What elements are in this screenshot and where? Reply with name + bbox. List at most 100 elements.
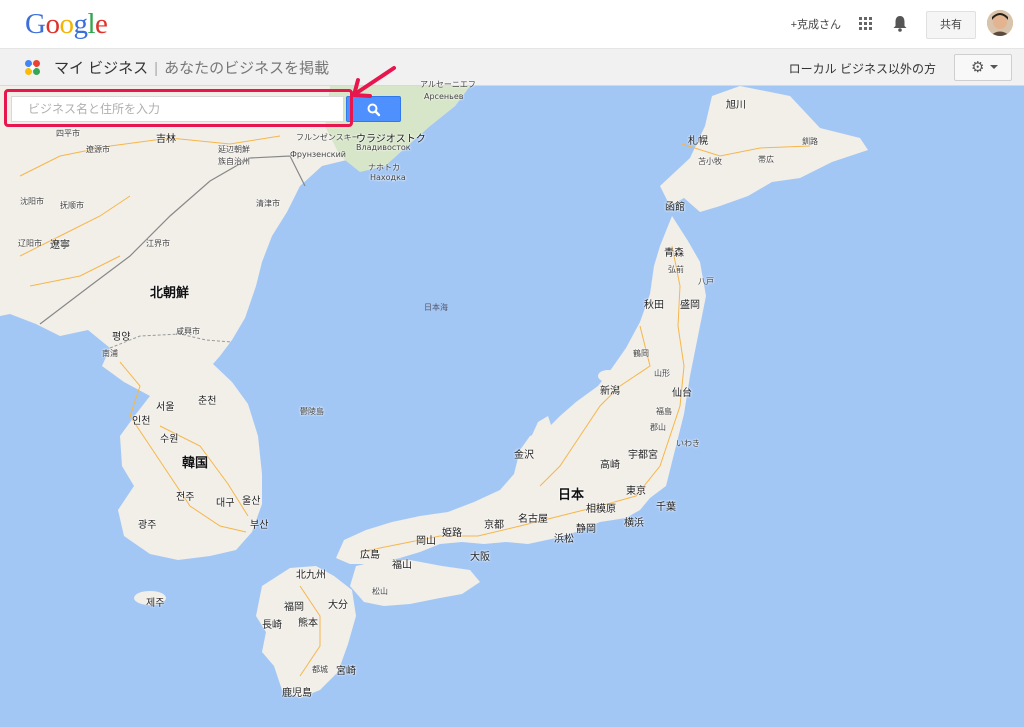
map-label: 函館 <box>665 202 685 213</box>
map-label: 부산 <box>250 520 269 531</box>
map-label: 日本 <box>558 488 585 503</box>
map-label: 岡山 <box>416 536 436 547</box>
map-label: 山形 <box>654 369 670 378</box>
map-label: 松山 <box>372 587 388 596</box>
map-label: 福岡 <box>284 602 304 613</box>
map-label: Находка <box>370 173 406 182</box>
apps-grid-icon[interactable] <box>859 17 873 31</box>
map-label: 평양 <box>112 332 131 343</box>
map-label: 江界市 <box>146 239 170 248</box>
top-bar: Google +克成さん 共有 <box>0 0 1024 49</box>
user-profile-link[interactable]: +克成さん <box>791 16 841 32</box>
gear-icon: ⚙ <box>971 58 985 76</box>
map-label: 大阪 <box>470 552 490 563</box>
map-label: 姫路 <box>442 528 462 539</box>
bell-icon[interactable] <box>893 15 907 32</box>
map-label: 静岡 <box>576 524 596 535</box>
share-button[interactable]: 共有 <box>926 11 976 39</box>
map-label: 서울 <box>156 402 175 413</box>
logo-letter: G <box>25 8 46 40</box>
map-canvas[interactable]: アルセーニエフ Арсеньев 四平市 吉林 遼源市 延辺朝鮮 族自治州 フル… <box>0 80 1024 727</box>
map-label: 遼源市 <box>86 145 110 154</box>
logo-letter: l <box>87 8 96 40</box>
map-label: 吉林 <box>156 134 176 145</box>
map-label: 수원 <box>160 434 179 445</box>
map-label: 辽阳市 <box>18 239 42 248</box>
map-label: Арсеньев <box>424 92 464 101</box>
map-label: 四平市 <box>56 129 80 138</box>
logo-letter: g <box>73 8 88 40</box>
map-label: 苫小牧 <box>698 157 722 166</box>
logo-letter: e <box>95 8 108 40</box>
map-label: 宮崎 <box>336 666 356 677</box>
map-label: 札幌 <box>688 136 708 147</box>
map-label: 郡山 <box>650 423 666 432</box>
map-label: 釧路 <box>802 137 818 146</box>
map-label: 都城 <box>312 665 328 674</box>
map-label: 帯広 <box>758 155 774 164</box>
map-label: Фрунзенский <box>290 150 346 159</box>
map-label: 広島 <box>360 550 380 561</box>
map-graphic <box>0 86 1024 727</box>
map-label: 弘前 <box>668 265 684 274</box>
page-title: マイ ビジネス | あなたのビジネスを掲載 <box>54 57 329 78</box>
map-label: 相模原 <box>586 504 616 515</box>
logo-letter: o <box>45 8 60 40</box>
map-label: 清津市 <box>256 199 280 208</box>
map-label: 北朝鮮 <box>150 286 190 301</box>
map-label: 秋田 <box>644 300 664 311</box>
google-logo[interactable]: Google <box>25 8 108 41</box>
map-label: 抚顺市 <box>60 201 84 210</box>
annotation-highlight-box <box>4 89 353 127</box>
map-label: ナホトカ <box>368 163 400 172</box>
map-label: 浜松 <box>554 534 574 545</box>
map-label: 北九州 <box>296 570 326 581</box>
map-label: 鹿児島 <box>282 688 312 699</box>
page-subtitle: あなたのビジネスを掲載 <box>164 60 330 77</box>
map-label: 울산 <box>242 496 261 507</box>
non-local-business-link[interactable]: ローカル ビジネス以外の方 <box>789 60 936 77</box>
map-label: 東京 <box>626 486 646 497</box>
map-label: アルセーニエフ <box>420 80 476 89</box>
logo-letter: o <box>59 8 74 40</box>
map-label: 광주 <box>138 520 157 531</box>
map-label: 大分 <box>328 600 348 611</box>
map-label: 전주 <box>176 492 195 503</box>
map-label: 南浦 <box>102 349 118 358</box>
product-name: マイ ビジネス <box>54 60 149 77</box>
map-label: 横浜 <box>624 518 644 529</box>
map-label: 日本海 <box>424 303 448 312</box>
map-label: 宇都宮 <box>628 450 658 461</box>
google-my-business-logo-icon <box>24 59 41 76</box>
map-label: 長崎 <box>262 620 282 631</box>
map-label: 대구 <box>216 498 235 509</box>
map-label: 熊本 <box>298 618 318 629</box>
map-label: 遼寧 <box>50 240 70 251</box>
map-label: 金沢 <box>514 450 534 461</box>
map-label: 인천 <box>132 416 151 427</box>
map-label: 鶴岡 <box>633 349 649 358</box>
map-label: 名古屋 <box>518 514 548 525</box>
map-label: 延辺朝鮮 <box>218 145 250 154</box>
map-label: 咸興市 <box>176 327 200 336</box>
business-header: マイ ビジネス | あなたのビジネスを掲載 ローカル ビジネス以外の方 ⚙ <box>0 49 1024 86</box>
map-label: 千葉 <box>656 502 676 513</box>
title-separator: | <box>154 60 159 77</box>
map-label: 福山 <box>392 560 412 571</box>
map-label: 新潟 <box>600 386 620 397</box>
map-label: Владивосток <box>356 143 411 152</box>
map-label: 춘천 <box>198 396 217 407</box>
map-label: 高崎 <box>600 460 620 471</box>
map-label: 韓国 <box>182 456 209 471</box>
chevron-down-icon <box>990 65 998 69</box>
settings-menu-button[interactable]: ⚙ <box>954 54 1012 81</box>
annotation-arrow-icon <box>352 66 396 98</box>
map-label: 京都 <box>484 520 504 531</box>
map-label: 沈阳市 <box>20 197 44 206</box>
map-label: いわき <box>676 439 700 448</box>
avatar[interactable] <box>987 10 1013 36</box>
map-label: 福島 <box>656 407 672 416</box>
map-label: 八戸 <box>698 277 714 286</box>
map-label: 제주 <box>146 598 165 609</box>
map-label: 盛岡 <box>680 300 700 311</box>
